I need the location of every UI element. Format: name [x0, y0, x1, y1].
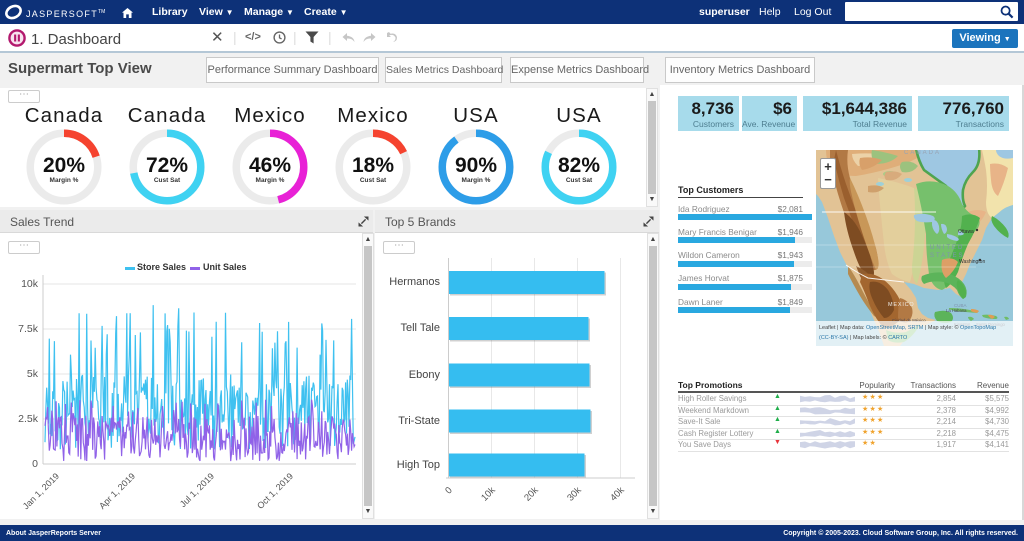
svg-text:Washington: Washington	[959, 259, 985, 265]
svg-text:(CC-BY-SA) | Map labels: © CAR: (CC-BY-SA) | Map labels: © CARTO	[819, 334, 908, 341]
svg-text:UNITED: UNITED	[930, 245, 964, 251]
svg-text:La Habana: La Habana	[946, 308, 967, 313]
svg-text:Ottawa: Ottawa	[958, 229, 974, 235]
svg-text:MEXICO: MEXICO	[888, 302, 915, 308]
svg-text:Leaflet | Map data: OpenStreet: Leaflet | Map data: OpenStreetMap, SRTM …	[819, 324, 996, 331]
svg-text:CANADA: CANADA	[904, 150, 941, 156]
